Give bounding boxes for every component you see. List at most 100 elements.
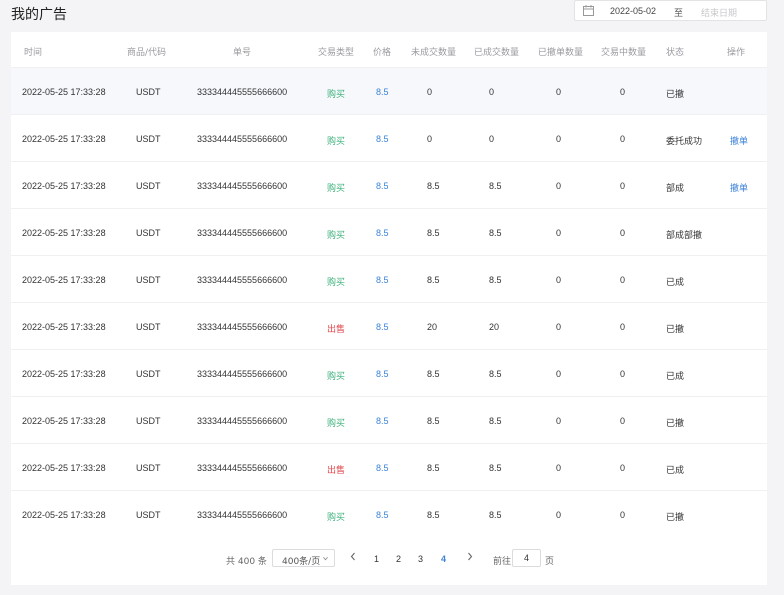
cell-trading-qty: 0 bbox=[620, 510, 626, 520]
goto-page-input[interactable]: 4 bbox=[512, 549, 541, 567]
cell-cancelled-qty: 0 bbox=[556, 181, 562, 191]
cell-price: 8.5 bbox=[376, 228, 389, 238]
cell-action[interactable]: 撤单 bbox=[730, 134, 748, 147]
cell-cancelled-qty: 0 bbox=[556, 416, 562, 426]
column-header-cancelled: 已撤单数量 bbox=[538, 48, 584, 58]
cell-cancelled-qty: 0 bbox=[556, 369, 562, 379]
column-header-trading: 交易中数量 bbox=[601, 48, 647, 58]
cell-code: USDT bbox=[136, 275, 161, 285]
pagination-total: 共 400 条 bbox=[226, 557, 267, 567]
table-row: 2022-05-25 17:33:28 USDT 33334444555566660… bbox=[11, 396, 767, 443]
page-2-button[interactable]: 2 bbox=[396, 554, 401, 564]
cell-trading-qty: 0 bbox=[620, 181, 626, 191]
cell-order-number: 333344445555666600 bbox=[197, 181, 288, 191]
chevron-right-icon[interactable] bbox=[466, 552, 474, 561]
cell-trading-qty: 0 bbox=[620, 416, 626, 426]
table-row: 2022-05-25 17:33:28 USDT 33334444555566660… bbox=[11, 161, 767, 208]
cell-code: USDT bbox=[136, 87, 161, 97]
cell-code: USDT bbox=[136, 322, 161, 332]
cell-trading-qty: 0 bbox=[620, 275, 626, 285]
cell-price: 8.5 bbox=[376, 181, 389, 191]
cell-code: USDT bbox=[136, 134, 161, 144]
cell-time: 2022-05-25 17:33:28 bbox=[22, 181, 106, 191]
cell-filled-qty: 8.5 bbox=[489, 181, 502, 191]
calendar-icon bbox=[583, 5, 594, 16]
cell-code: USDT bbox=[136, 510, 161, 520]
cell-status: 已成 bbox=[666, 278, 685, 288]
cell-trade-type: 购买 bbox=[327, 184, 346, 194]
cell-status: 已成 bbox=[666, 466, 685, 476]
cell-trade-type: 购买 bbox=[327, 372, 346, 382]
date-start-value[interactable]: 2022-05-02 bbox=[610, 6, 656, 16]
cell-code: USDT bbox=[136, 416, 161, 426]
column-header-filled: 已成交数量 bbox=[474, 48, 520, 58]
cell-cancelled-qty: 0 bbox=[556, 510, 562, 520]
cell-status: 部成 bbox=[666, 184, 685, 194]
cell-status: 已撤 bbox=[666, 513, 685, 523]
chevron-down-icon bbox=[323, 556, 328, 561]
table-header: 时间 商品/代码 单号 交易类型 价格 未成交数量 已成交数量 已撤单数量 交易… bbox=[11, 32, 767, 67]
table-row: 2022-05-25 17:33:28 USDT 33334444555566660… bbox=[11, 349, 767, 396]
cell-trading-qty: 0 bbox=[620, 369, 626, 379]
cell-cancelled-qty: 0 bbox=[556, 87, 562, 97]
cell-trade-type: 购买 bbox=[327, 231, 346, 241]
cell-status: 已撤 bbox=[666, 325, 685, 335]
goto-label: 前往 bbox=[493, 557, 512, 567]
page-1-button[interactable]: 1 bbox=[374, 554, 379, 564]
pagination: 共 400 条 400条/页 1 2 3 4 前往 4 页 bbox=[11, 540, 767, 572]
cell-code: USDT bbox=[136, 463, 161, 473]
cell-trade-type: 出售 bbox=[327, 466, 346, 476]
cell-trading-qty: 0 bbox=[620, 87, 626, 97]
cell-time: 2022-05-25 17:33:28 bbox=[22, 275, 106, 285]
cell-time: 2022-05-25 17:33:28 bbox=[22, 416, 106, 426]
cell-unfilled-qty: 20 bbox=[427, 322, 438, 332]
cell-code: USDT bbox=[136, 369, 161, 379]
cell-action[interactable]: 撤单 bbox=[730, 181, 748, 194]
cell-order-number: 333344445555666600 bbox=[197, 275, 288, 285]
table-row: 2022-05-25 17:33:28 USDT 33334444555566660… bbox=[11, 302, 767, 349]
cell-time: 2022-05-25 17:33:28 bbox=[22, 87, 106, 97]
date-end-placeholder[interactable]: 结束日期 bbox=[701, 6, 737, 19]
cell-trading-qty: 0 bbox=[620, 322, 626, 332]
cell-price: 8.5 bbox=[376, 369, 389, 379]
cell-trading-qty: 0 bbox=[620, 463, 626, 473]
cell-cancelled-qty: 0 bbox=[556, 463, 562, 473]
cell-time: 2022-05-25 17:33:28 bbox=[22, 134, 106, 144]
cell-trade-type: 购买 bbox=[327, 419, 346, 429]
column-header-price: 价格 bbox=[373, 48, 392, 58]
page-3-button[interactable]: 3 bbox=[418, 554, 423, 564]
page-4-button[interactable]: 4 bbox=[441, 554, 446, 564]
goto-page-suffix: 页 bbox=[545, 557, 555, 567]
column-header-action: 操作 bbox=[727, 48, 746, 58]
cell-unfilled-qty: 8.5 bbox=[427, 369, 440, 379]
date-range-separator: 至 bbox=[674, 9, 684, 19]
cell-filled-qty: 8.5 bbox=[489, 275, 502, 285]
cell-trading-qty: 0 bbox=[620, 228, 626, 238]
date-range-picker[interactable]: 2022-05-02 至 结束日期 bbox=[574, 0, 767, 21]
cell-order-number: 333344445555666600 bbox=[197, 134, 288, 144]
table-row: 2022-05-25 17:33:28 USDT 33334444555566660… bbox=[11, 443, 767, 490]
table-row: 2022-05-25 17:33:28 USDT 33334444555566660… bbox=[11, 490, 767, 537]
cell-code: USDT bbox=[136, 228, 161, 238]
cell-time: 2022-05-25 17:33:28 bbox=[22, 228, 106, 238]
cell-price: 8.5 bbox=[376, 322, 389, 332]
column-header-status: 状态 bbox=[666, 48, 685, 58]
table-row: 2022-05-25 17:33:28 USDT 33334444555566660… bbox=[11, 114, 767, 161]
table-row: 2022-05-25 17:33:28 USDT 33334444555566660… bbox=[11, 208, 767, 255]
cell-time: 2022-05-25 17:33:28 bbox=[22, 510, 106, 520]
cell-trade-type: 出售 bbox=[327, 325, 346, 335]
page-size-select[interactable]: 400条/页 bbox=[272, 549, 335, 567]
cell-cancelled-qty: 0 bbox=[556, 322, 562, 332]
page-title: 我的广告 bbox=[11, 7, 67, 23]
ads-table-panel: 时间 商品/代码 单号 交易类型 价格 未成交数量 已成交数量 已撤单数量 交易… bbox=[11, 32, 767, 585]
cell-filled-qty: 8.5 bbox=[489, 416, 502, 426]
cell-filled-qty: 8.5 bbox=[489, 369, 502, 379]
cell-order-number: 333344445555666600 bbox=[197, 369, 288, 379]
cell-unfilled-qty: 8.5 bbox=[427, 416, 440, 426]
cell-trade-type: 购买 bbox=[327, 513, 346, 523]
top-bar: 我的广告 2022-05-02 至 结束日期 bbox=[0, 0, 784, 28]
chevron-left-icon[interactable] bbox=[349, 552, 357, 561]
cell-status: 已成 bbox=[666, 372, 685, 382]
cell-cancelled-qty: 0 bbox=[556, 134, 562, 144]
cell-trade-type: 购买 bbox=[327, 90, 346, 100]
